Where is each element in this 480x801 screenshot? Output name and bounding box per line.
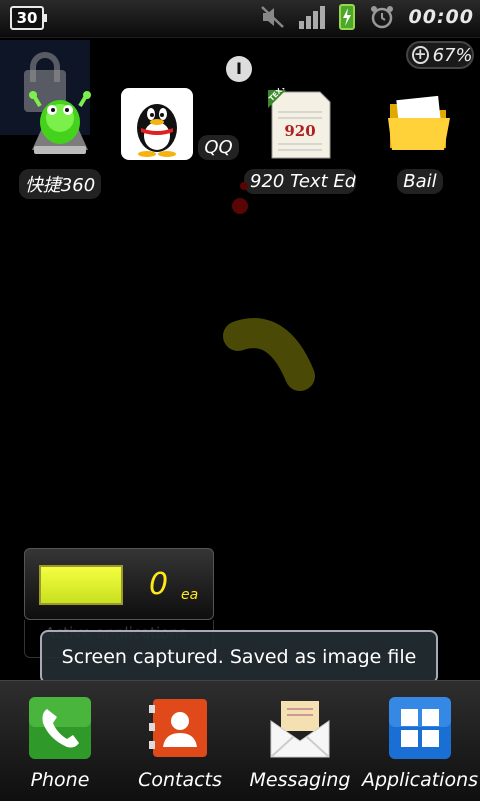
messaging-icon [270, 701, 330, 758]
dock-label: Phone [30, 769, 90, 791]
app-label: 快捷360 [18, 169, 102, 199]
active-app-count: 0 [149, 567, 169, 602]
signal-icon [298, 5, 325, 29]
page-indicator[interactable]: I [226, 56, 252, 82]
wallpaper-arc [223, 318, 315, 391]
dock-messaging[interactable]: Messaging [240, 697, 360, 791]
toast-message: Screen captured. Saved as image file [40, 630, 438, 684]
memory-bar [39, 565, 123, 605]
clock: 00:00 [408, 6, 474, 28]
360-shortcut-icon [29, 91, 91, 154]
zoom-indicator[interactable]: + 67% [406, 41, 474, 69]
alarm-icon [370, 6, 393, 29]
dock-phone[interactable]: Phone [0, 697, 120, 791]
notification-count: 30 [16, 9, 38, 27]
home-app-row: 快捷360 QQ TEXT 920 920 Text Ed Bail [0, 83, 480, 199]
text-editor-icon-number: 920 [284, 122, 315, 140]
dock-label: Applications [361, 769, 479, 791]
app-qq[interactable]: QQ [120, 88, 240, 164]
wallpaper-dot [232, 198, 248, 214]
dock-contacts[interactable]: Contacts [120, 697, 240, 791]
dock-applications[interactable]: Applications [360, 697, 480, 791]
app-label: 920 Text Ed [244, 169, 356, 194]
qq-penguin-icon [121, 88, 194, 160]
app-bail[interactable]: Bail [360, 88, 480, 198]
app-label: Bail [397, 169, 443, 194]
text-editor-icon: TEXT 920 [268, 83, 331, 159]
dock-label: Contacts [138, 769, 222, 791]
app-920-text-editor[interactable]: TEXT 920 920 Text Ed [240, 83, 360, 198]
wallpaper-dot [240, 182, 248, 190]
zoom-level: 67% [432, 44, 473, 66]
battery-charging-icon [338, 4, 355, 30]
active-app-unit: ea [181, 587, 199, 603]
contacts-icon [149, 699, 207, 757]
dock: Phone Contacts Messaging Applications [0, 680, 480, 801]
phone-icon [29, 697, 91, 759]
status-bar[interactable]: 30 00:00 [0, 0, 480, 38]
folder-icon [388, 95, 450, 150]
applications-grid-icon [389, 697, 451, 759]
mute-icon [260, 6, 284, 28]
task-manager-widget[interactable]: 0 ea [24, 548, 214, 620]
zoom-plus-icon: + [412, 45, 429, 64]
app-360-shortcut[interactable]: 快捷360 [0, 88, 120, 203]
app-label: QQ [198, 135, 239, 160]
dock-label: Messaging [249, 769, 351, 791]
memory-bar-fill [41, 567, 121, 603]
notification-count-icon[interactable]: 30 [10, 6, 47, 30]
